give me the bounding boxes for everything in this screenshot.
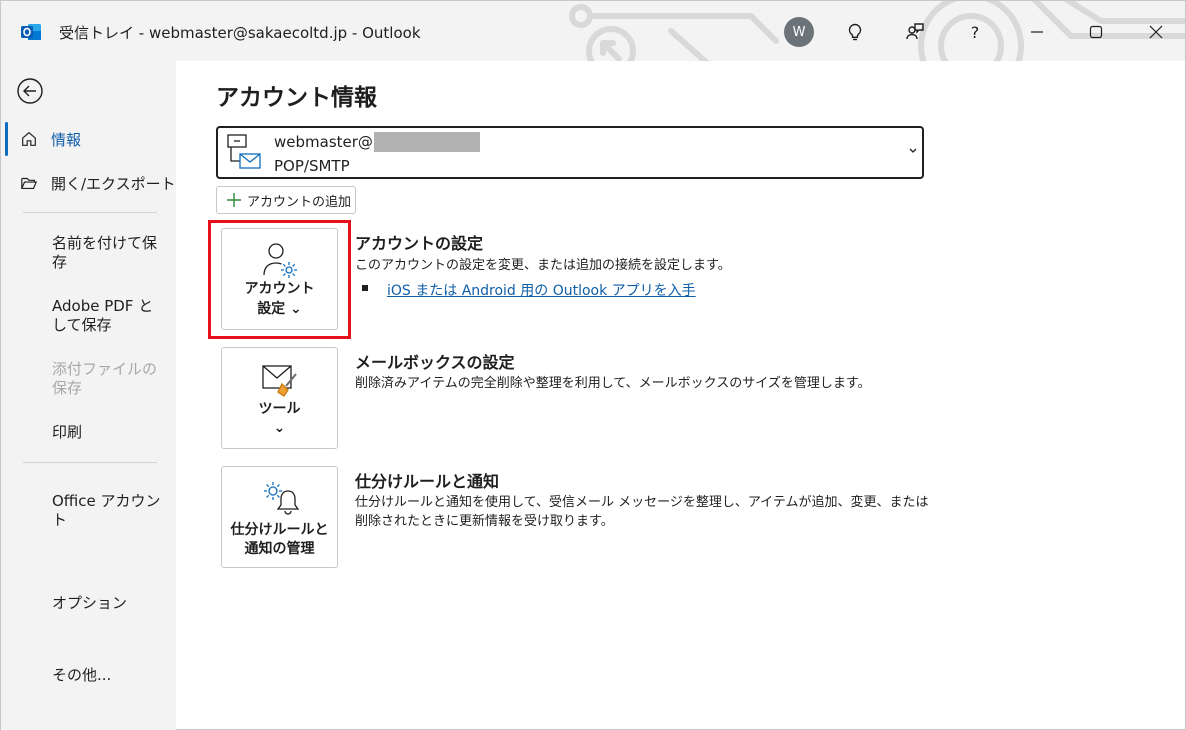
rules-alerts-icon — [264, 482, 300, 515]
help-button[interactable]: ? — [958, 15, 992, 49]
account-email: webmaster@ — [274, 132, 480, 152]
account-type: POP/SMTP — [274, 157, 350, 175]
lightbulb-icon — [848, 23, 862, 41]
account-mail-icon — [227, 134, 261, 169]
outlook-app-icon — [21, 24, 41, 40]
account-info-pane: アカウント情報 webmaster@ POP/SMTP アカウントの追加 アカウ… — [176, 61, 1186, 730]
folder-open-icon — [19, 173, 39, 193]
minimize-icon — [1031, 31, 1043, 33]
nav-item-options[interactable]: オプション — [52, 594, 166, 613]
nav-divider — [23, 212, 157, 213]
tile-label: ツール — [258, 401, 301, 417]
section-title: アカウントの設定 — [355, 234, 484, 253]
get-outlook-mobile-link[interactable]: iOS または Android 用の Outlook アプリを入手 — [387, 280, 696, 300]
close-button[interactable] — [1139, 15, 1173, 49]
section-description: このアカウントの設定を変更、または追加の接続を設定します。 — [355, 258, 731, 273]
account-email-text: webmaster@ — [274, 133, 373, 151]
page-title: アカウント情報 — [216, 85, 377, 111]
nav-item-label: 開く/エクスポート — [51, 174, 176, 193]
nav-item-open-export[interactable]: 開く/エクスポート — [1, 166, 177, 200]
bullet — [362, 285, 368, 291]
add-account-button[interactable]: アカウントの追加 — [216, 186, 356, 214]
section-description: 仕分けルールと通知を使用して、受信メール メッセージを整理し、アイテムが追加、変… — [355, 495, 929, 510]
mailbox-cleanup-icon — [262, 365, 297, 397]
window-title: 受信トレイ - webmaster@sakaecoltd.jp - Outloo… — [59, 24, 421, 42]
lightbulb-button[interactable] — [838, 15, 872, 49]
nav-item-save-as[interactable]: 名前を付けて保存 — [52, 234, 166, 272]
back-arrow-icon[interactable] — [15, 76, 45, 106]
section-title: 仕分けルールと通知 — [355, 472, 500, 491]
add-account-label: アカウントの追加 — [247, 194, 352, 210]
plus-icon — [227, 193, 241, 207]
nav-item-save-adobe-pdf[interactable]: Adobe PDF として保存 — [52, 297, 166, 335]
nav-item-info[interactable]: 情報 — [1, 122, 177, 156]
section-description: 削除済みアイテムの完全削除や整理を利用して、メールボックスのサイズを管理します。 — [355, 376, 871, 391]
manage-rules-alerts-button[interactable]: 仕分けルールと 通知の管理 — [221, 466, 338, 568]
nav-divider — [23, 462, 157, 463]
account-selector[interactable]: webmaster@ POP/SMTP — [216, 126, 924, 179]
nav-item-print[interactable]: 印刷 — [52, 423, 166, 442]
nav-item-more[interactable]: その他... — [52, 666, 166, 685]
nav-item-label: 情報 — [51, 130, 82, 149]
highlight-box — [208, 220, 351, 339]
feedback-button[interactable] — [898, 15, 932, 49]
nav-item-office-account[interactable]: Office アカウント — [52, 492, 166, 530]
tile-label: 仕分けルールと — [230, 522, 329, 538]
backstage-nav: 情報 開く/エクスポート 名前を付けて保存 Adobe PDF として保存 添付… — [0, 61, 176, 730]
title-bar: 受信トレイ - webmaster@sakaecoltd.jp - Outloo… — [0, 0, 1186, 61]
tools-button[interactable]: ツール ⌄ — [221, 347, 338, 449]
tile-label: 通知の管理 — [244, 541, 315, 557]
home-icon — [19, 129, 39, 149]
maximize-icon — [1089, 25, 1103, 39]
tile-label: ⌄ — [273, 420, 286, 436]
maximize-button[interactable] — [1079, 15, 1113, 49]
redacted-block — [373, 132, 480, 152]
section-title: メールボックスの設定 — [355, 353, 515, 372]
chevron-down-icon — [909, 148, 917, 153]
person-feedback-icon — [906, 23, 924, 40]
nav-item-save-attachments[interactable]: 添付ファイルの保存 — [52, 360, 166, 398]
user-avatar[interactable]: W — [784, 17, 814, 47]
close-icon — [1149, 25, 1163, 39]
section-description: 削除されたときに更新情報を受け取ります。 — [355, 514, 614, 529]
minimize-button[interactable] — [1020, 15, 1054, 49]
